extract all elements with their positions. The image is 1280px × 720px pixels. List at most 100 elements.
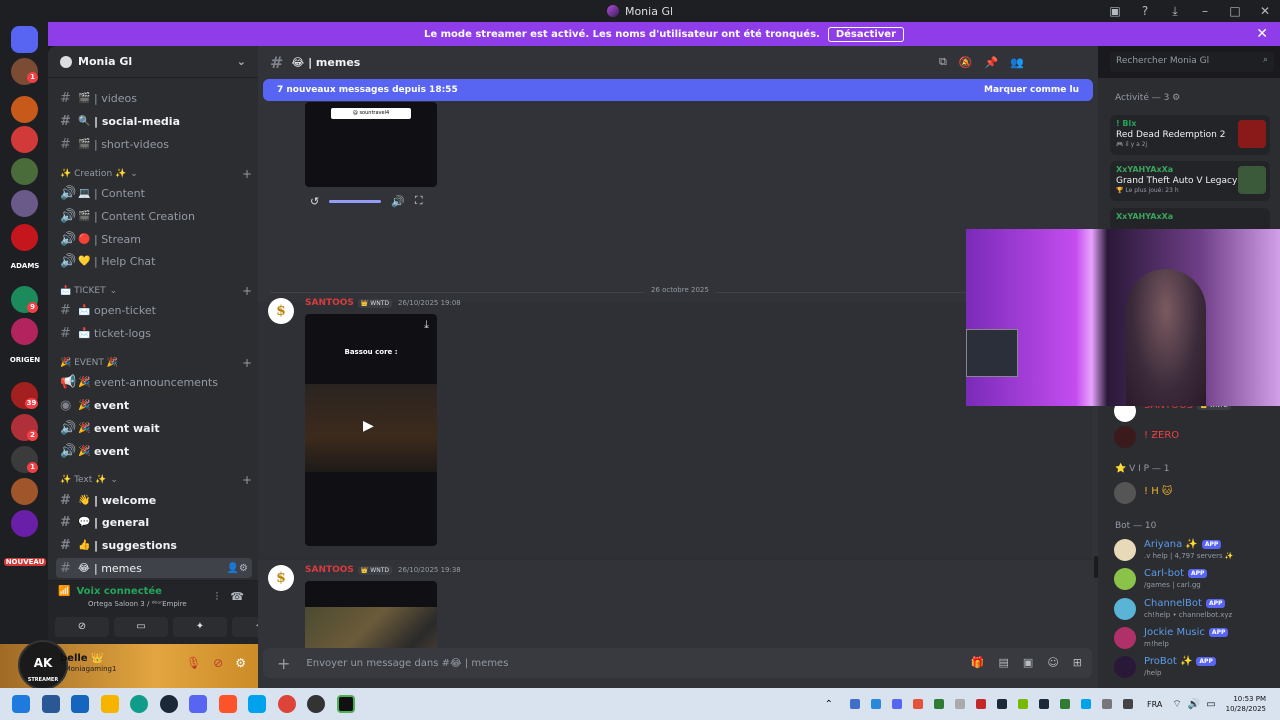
add-attachment-icon[interactable]: + [277, 654, 290, 673]
server-icon[interactable] [11, 510, 38, 537]
user-name[interactable]: belle 👑 [60, 653, 104, 664]
tray-icon[interactable] [913, 699, 924, 709]
microphone-icon[interactable] [1123, 699, 1134, 709]
add-channel-icon[interactable]: + [242, 167, 252, 181]
widgets-icon[interactable] [42, 695, 60, 713]
threads-icon[interactable]: ⧉ [939, 55, 947, 69]
server-icon[interactable] [11, 318, 38, 345]
video-attachment[interactable] [305, 581, 437, 652]
disconnect-icon[interactable]: ☎ [230, 590, 244, 604]
camera-off-button[interactable]: ⊘ [55, 617, 109, 637]
chevron-up-icon[interactable]: ⌃ [825, 699, 833, 710]
category-creation[interactable]: ✨ Creation ✨ ⌄ + [60, 167, 252, 181]
server-label[interactable]: ADAMS [4, 262, 46, 270]
avatar[interactable]: $ [268, 298, 294, 324]
tray-icon[interactable] [955, 699, 966, 709]
server-icon[interactable] [11, 126, 38, 153]
add-channel-icon[interactable]: + [242, 356, 252, 370]
help-icon[interactable]: ? [1130, 4, 1160, 18]
server-icon[interactable] [11, 158, 38, 185]
search-input[interactable]: Rechercher Monia Gl ⌕ [1110, 52, 1274, 72]
close-banner-icon[interactable]: ✕ [1256, 26, 1268, 42]
close-window-icon[interactable]: ✕ [1250, 4, 1280, 18]
discord-icon[interactable] [189, 695, 207, 713]
channel-general[interactable]: # 💬 | general [56, 512, 252, 532]
tray-icon[interactable] [850, 699, 861, 709]
channel-ticket-logs[interactable]: # 📩 ticket-logs [56, 323, 252, 343]
member-item[interactable]: Jockie Music APP m!help [1114, 625, 1274, 651]
server-icon[interactable] [11, 190, 38, 217]
tray-icon[interactable] [871, 699, 882, 709]
tray-icon[interactable] [1060, 699, 1071, 709]
edge-icon[interactable] [130, 695, 148, 713]
tray-icon[interactable] [1081, 699, 1092, 709]
member-item[interactable]: Carl-bot APP /games | carl.gg [1114, 566, 1274, 592]
voice-channel-help-chat[interactable]: 🔊 💛 | Help Chat [56, 251, 252, 271]
channel-settings-icon[interactable]: 👤⚙ [227, 563, 248, 574]
message-author[interactable]: SANTOOS [305, 565, 354, 575]
voice-channel-content-creation[interactable]: 🔊 🎬 | Content Creation [56, 206, 252, 226]
server-label[interactable]: ORIGEN [4, 356, 46, 364]
member-item[interactable]: ChannelBot APP ch!help • channelbot.xyz [1114, 596, 1274, 622]
windows-start-icon[interactable] [12, 695, 30, 713]
tray-icon[interactable] [1102, 699, 1113, 709]
download-icon[interactable]: ⤓ [1160, 4, 1190, 19]
member-item[interactable]: Ariyana ✨ APP .v help | 4,797 servers ✨ [1114, 537, 1274, 563]
category-text[interactable]: ✨ Text ✨ ⌄ + [60, 473, 252, 487]
minimize-icon[interactable]: – [1190, 4, 1220, 18]
member-list-icon[interactable]: 👥 [1010, 56, 1024, 69]
video-attachment[interactable]: ⤓ Bassou core : ▶ [305, 314, 437, 546]
play-icon[interactable]: ▶ [363, 418, 374, 434]
clock[interactable]: 10:53 PM 10/28/2025 [1226, 694, 1266, 714]
channel-social-media[interactable]: # 🔍 | social-media [56, 111, 252, 131]
mic-muted-icon[interactable]: 🎙 [186, 656, 201, 670]
tray-icon[interactable] [1039, 699, 1050, 709]
activity-card[interactable]: XxYAHYAxXa Grand Theft Auto V Legacy 🏆 L… [1110, 161, 1270, 201]
channel-videos[interactable]: # 🎬 | videos [56, 88, 252, 108]
member-item[interactable]: ! H 🐱 [1114, 480, 1274, 506]
notepad-icon[interactable] [248, 695, 266, 713]
add-channel-icon[interactable]: + [242, 284, 252, 298]
channel-suggestions[interactable]: # 👍 | suggestions [56, 535, 252, 555]
server-icon[interactable] [11, 224, 38, 251]
channel-welcome[interactable]: # 👋 | welcome [56, 490, 252, 510]
emoji-icon[interactable]: ☺ [1047, 656, 1058, 669]
volume-slider[interactable] [329, 199, 382, 203]
channel-event-2[interactable]: 🔊 🎉 event [56, 441, 252, 461]
channel-event-announcements[interactable]: 📢 🎉 event-announcements [56, 372, 252, 392]
wifi-icon[interactable]: ⌔ [1172, 698, 1181, 711]
screen-share-button[interactable]: ▭ [114, 617, 168, 637]
channel-short-videos[interactable]: # 🎬 | short-videos [56, 134, 252, 154]
voice-channel-content[interactable]: 🔊 💻 | Content [56, 183, 252, 203]
voice-status[interactable]: 📶 Voix connectée [58, 586, 162, 597]
add-channel-icon[interactable]: + [242, 473, 252, 487]
tray-icon[interactable] [934, 699, 945, 709]
activity-card[interactable]: ! Blx Red Dead Redemption 2 🎮 il y a 2j [1110, 115, 1270, 155]
obs-icon[interactable] [307, 695, 325, 713]
category-ticket[interactable]: 📩 TICKET ⌄ + [60, 284, 252, 298]
guild-header[interactable]: Monia Gl ⌄ [48, 46, 258, 78]
inbox-icon[interactable]: ▣ [1100, 4, 1130, 18]
channel-event-wait[interactable]: 🔊 🎉 event wait [56, 418, 252, 438]
maximize-icon[interactable]: □ [1220, 4, 1250, 18]
steam-icon[interactable] [160, 695, 178, 713]
app-icon[interactable] [337, 695, 355, 713]
channel-event[interactable]: ◉ 🎉 event [56, 395, 252, 415]
sticker-icon[interactable]: ▣ [1023, 656, 1033, 669]
chrome-icon[interactable] [278, 695, 296, 713]
activities-button[interactable]: ✦ [173, 617, 227, 637]
download-icon[interactable]: ⤓ [424, 318, 429, 332]
language-indicator[interactable]: FRA [1147, 700, 1162, 709]
channel-memes[interactable]: # 😂 | memes 👤⚙ [56, 558, 252, 578]
replay-icon[interactable]: ↺ [310, 195, 319, 208]
battery-icon[interactable]: ▭ [1206, 699, 1215, 710]
apps-icon[interactable]: ⊞ [1073, 656, 1082, 669]
settings-icon[interactable]: ⚙ [235, 656, 246, 670]
server-icon[interactable] [11, 478, 38, 505]
server-icon[interactable] [11, 96, 38, 123]
brave-icon[interactable] [219, 695, 237, 713]
new-messages-bar[interactable]: 7 nouveaux messages depuis 18:55 Marquer… [263, 79, 1093, 101]
gif-icon[interactable]: ▤ [999, 656, 1009, 669]
file-explorer-icon[interactable] [101, 695, 119, 713]
channel-open-ticket[interactable]: # 📩 open-ticket [56, 300, 252, 320]
